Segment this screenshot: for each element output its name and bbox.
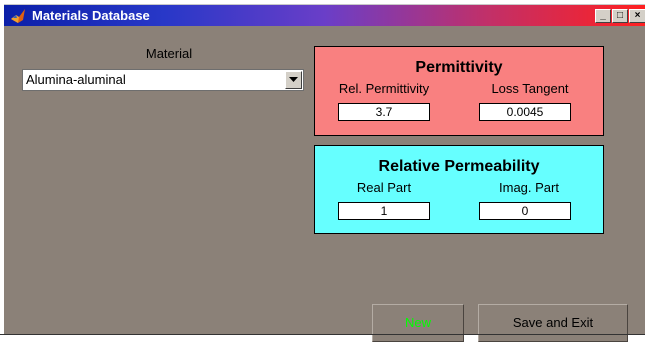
relative-permeability-title: Relative Permeability: [378, 158, 540, 175]
loss-tangent-input[interactable]: 0.0045: [479, 103, 571, 121]
window-client-area: Material Alumina-aluminal Permittivity R…: [4, 26, 645, 342]
loss-tangent-label: Loss Tangent: [491, 81, 569, 96]
rel-permittivity-input[interactable]: 3.7: [338, 103, 430, 121]
imag-part-input[interactable]: 0: [479, 202, 571, 220]
chevron-down-icon: [289, 77, 298, 82]
matlab-logo-icon: [11, 9, 25, 23]
material-select[interactable]: Alumina-aluminal: [22, 69, 304, 91]
material-label: Material: [145, 46, 193, 61]
maximize-button[interactable]: □: [612, 9, 628, 23]
save-and-exit-button[interactable]: Save and Exit: [478, 304, 628, 342]
relative-permeability-panel: Relative Permeability Real Part Imag. Pa…: [314, 145, 604, 234]
minimize-button[interactable]: _: [595, 9, 611, 23]
real-part-input[interactable]: 1: [338, 202, 430, 220]
material-select-value: Alumina-aluminal: [26, 72, 126, 87]
new-button[interactable]: New: [372, 304, 464, 342]
rel-permittivity-label: Rel. Permittivity: [338, 81, 430, 96]
materials-database-window: Materials Database _ □ × Material Alumin…: [0, 0, 645, 356]
real-part-label: Real Part: [356, 180, 412, 195]
close-button[interactable]: ×: [629, 9, 645, 23]
dropdown-arrow-button[interactable]: [285, 71, 302, 89]
window-title: Materials Database: [32, 8, 150, 23]
window-bottom-border: [0, 334, 645, 335]
permittivity-panel: Permittivity Rel. Permittivity Loss Tang…: [314, 46, 604, 136]
title-bar[interactable]: Materials Database _ □ ×: [4, 4, 645, 26]
imag-part-label: Imag. Part: [499, 180, 559, 195]
permittivity-title: Permittivity: [415, 59, 503, 76]
